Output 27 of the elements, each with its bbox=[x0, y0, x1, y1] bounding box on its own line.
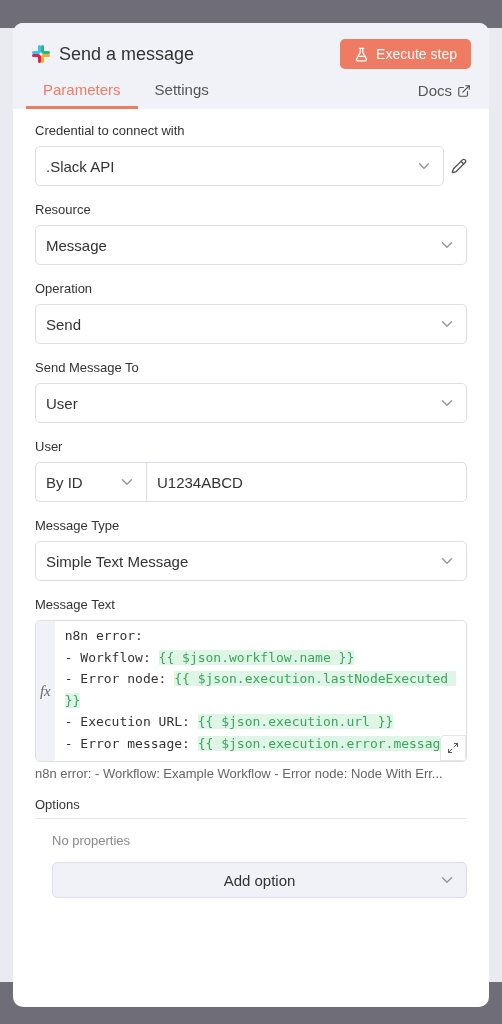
select-field[interactable]: .Slack API bbox=[35, 146, 444, 186]
field-label: Message Text bbox=[35, 597, 116, 612]
code-editor[interactable]: fx n8n error: - Workflow: {{ $json.workflow.name }} - Error node: {{ $json.execution.lastNodeExecuted }} - Execution URL: {{ $json.execution.url }} - Error message: {{ $json.execution.error.messag bbox=[35, 620, 467, 762]
fx-label: fx bbox=[39, 682, 51, 700]
empty-text: No properties bbox=[52, 833, 132, 848]
add-option-button[interactable]: Add option bbox=[52, 862, 467, 898]
section-title: Options bbox=[35, 797, 467, 819]
field-label: Resource bbox=[35, 202, 92, 217]
logo-icon bbox=[31, 44, 51, 64]
expand-button[interactable] bbox=[440, 735, 466, 761]
select-field[interactable]: Simple Text Message bbox=[35, 541, 467, 581]
external-link-icon bbox=[457, 83, 471, 98]
field-label: Message Type bbox=[35, 518, 121, 533]
field-label: Credential to connect with bbox=[35, 123, 186, 138]
field-label: Send Message To bbox=[35, 360, 140, 375]
field-label: User bbox=[35, 439, 64, 454]
flask-icon bbox=[354, 46, 370, 62]
preview-text: n8n error: - Workflow: Example Workflow - Error node: Node With Err... bbox=[35, 766, 444, 781]
node-title: Send a message bbox=[59, 43, 196, 65]
field-label: Operation bbox=[35, 281, 94, 296]
select-field[interactable]: User bbox=[35, 383, 467, 423]
select-field[interactable]: Send bbox=[35, 304, 467, 344]
select-field[interactable]: Message bbox=[35, 225, 467, 265]
docs-link[interactable]: Docs bbox=[417, 82, 471, 109]
pencil-icon[interactable] bbox=[451, 158, 467, 174]
tab[interactable]: Settings bbox=[137, 81, 226, 109]
expand-icon bbox=[447, 742, 459, 754]
